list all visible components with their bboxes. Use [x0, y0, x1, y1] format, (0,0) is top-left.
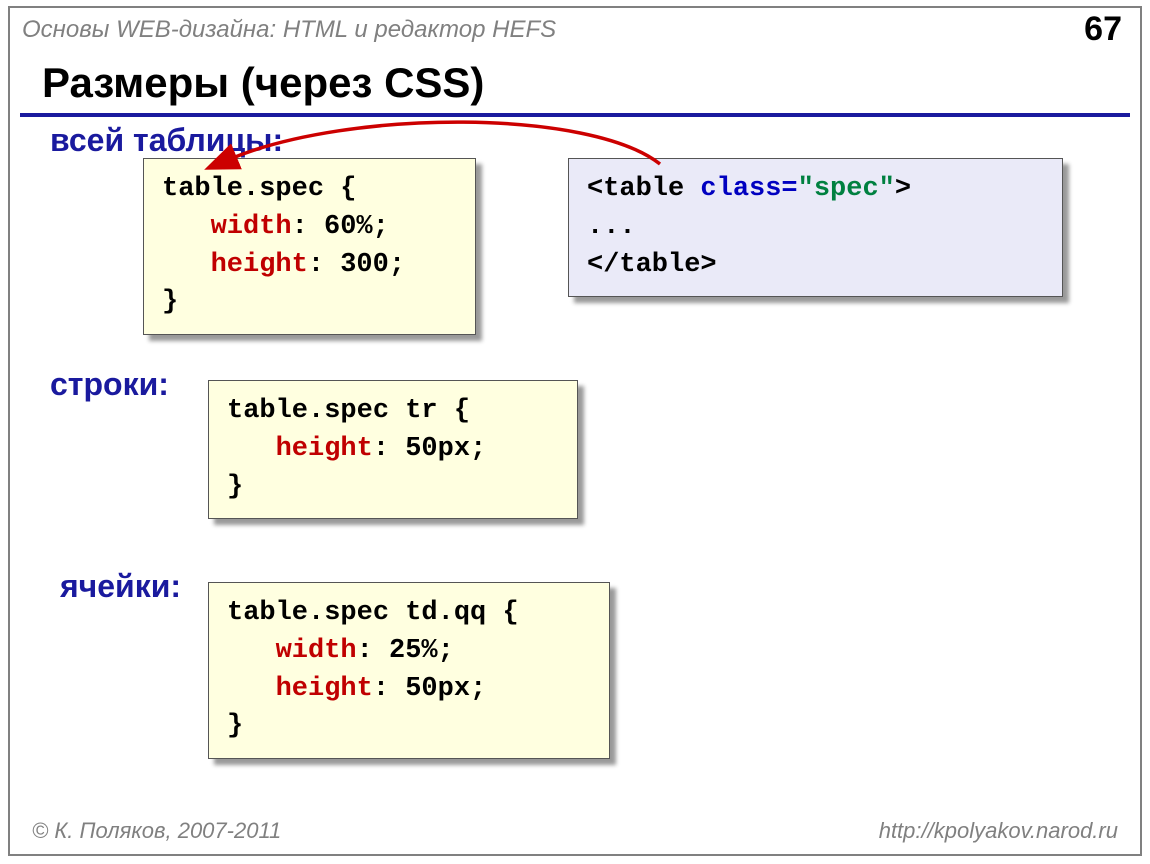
footer-author: © К. Поляков, 2007-2011: [32, 818, 281, 844]
slide: Основы WEB-дизайна: HTML и редактор HEFS…: [8, 6, 1142, 856]
course-title: Основы WEB-дизайна: HTML и редактор HEFS: [22, 16, 556, 44]
slide-title: Размеры (через CSS): [20, 51, 1130, 117]
html-box-table: <table class="spec"> ... </table>: [568, 158, 1063, 297]
header-bar: Основы WEB-дизайна: HTML и редактор HEFS…: [10, 8, 1140, 51]
css-box-row: table.spec tr { height: 50px; }: [208, 380, 578, 519]
label-whole-table: всей таблицы:: [50, 122, 283, 159]
page-number: 67: [1084, 10, 1122, 49]
footer-url: http://kpolyakov.narod.ru: [879, 818, 1118, 844]
label-cell: ячейки:: [60, 568, 181, 605]
css-box-cell: table.spec td.qq { width: 25%; height: 5…: [208, 582, 610, 759]
footer: © К. Поляков, 2007-2011 http://kpolyakov…: [10, 818, 1140, 844]
css-box-table: table.spec { width: 60%; height: 300; }: [143, 158, 476, 335]
label-row: строки:: [50, 366, 169, 403]
